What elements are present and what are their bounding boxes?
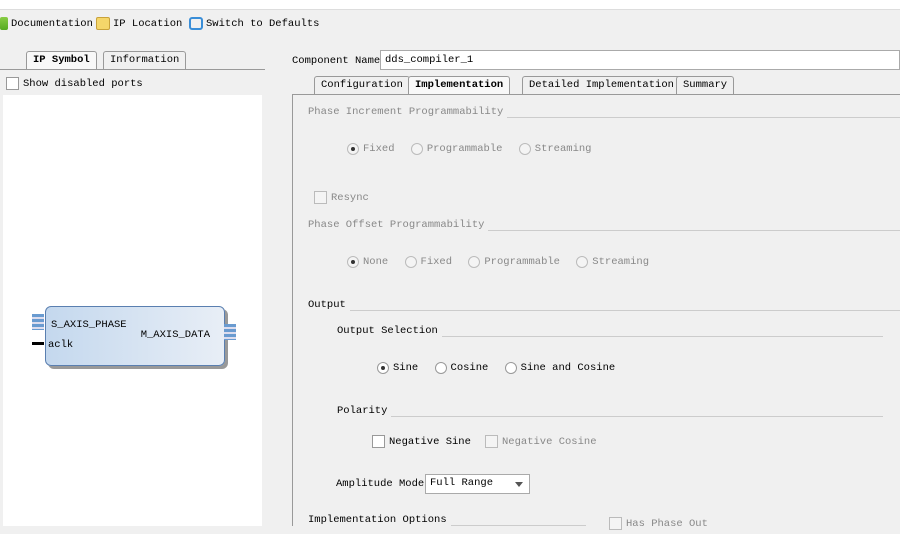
implementation-options-section: Implementation Options: [308, 514, 586, 526]
bus-port-icon: [32, 314, 44, 330]
radio-streaming[interactable]: Streaming: [518, 143, 591, 155]
radio-programmable[interactable]: Programmable: [410, 143, 502, 155]
radio-sine[interactable]: Sine: [377, 362, 418, 374]
amplitude-mode-select[interactable]: Full Range: [425, 474, 530, 494]
component-name-label: Component Name: [292, 55, 381, 67]
port-aclk[interactable]: aclk: [48, 339, 73, 351]
radio-programmable[interactable]: Programmable: [468, 256, 560, 268]
show-disabled-ports-checkbox[interactable]: Show disabled ports: [6, 77, 143, 90]
radio-streaming[interactable]: Streaming: [576, 256, 649, 268]
phase-increment-options: Fixed Programmable Streaming: [347, 143, 601, 159]
port-m-axis-data[interactable]: M_AXIS_DATA: [141, 329, 210, 341]
bus-port-icon: [224, 324, 236, 340]
implementation-panel: Phase Increment Programmability Fixed Pr…: [292, 94, 900, 530]
radio-fixed[interactable]: Fixed: [347, 143, 395, 155]
output-selection-section: Output Selection: [337, 325, 883, 337]
radio-cosine[interactable]: Cosine: [434, 362, 488, 374]
refresh-icon: [189, 17, 203, 30]
ip-location-button[interactable]: IP Location: [96, 17, 182, 30]
documentation-button[interactable]: Documentation: [0, 17, 93, 30]
output-section: Output: [308, 299, 900, 311]
tab-summary[interactable]: Summary: [676, 76, 735, 94]
negative-sine-checkbox[interactable]: Negative Sine: [372, 435, 481, 452]
folder-icon: [96, 17, 110, 30]
phase-increment-section: Phase Increment Programmability: [308, 106, 900, 118]
ip-block[interactable]: S_AXIS_PHASE aclk M_AXIS_DATA: [45, 306, 225, 366]
divider: [0, 69, 265, 70]
title-strip: [0, 0, 900, 10]
tab-configuration[interactable]: Configuration: [314, 76, 410, 94]
output-selection-options: Sine Cosine Sine and Cosine: [377, 362, 625, 378]
chevron-down-icon: [515, 482, 523, 487]
phase-offset-options: None Fixed Programmable Streaming: [347, 256, 659, 272]
amplitude-mode-label: Amplitude Mode: [336, 478, 425, 490]
tab-ip-symbol[interactable]: IP Symbol: [26, 51, 97, 69]
negative-cosine-checkbox[interactable]: Negative Cosine: [485, 435, 607, 452]
tab-detailed-implementation[interactable]: Detailed Implementation: [522, 76, 681, 94]
checkbox: [6, 77, 19, 90]
tab-implementation[interactable]: Implementation: [408, 76, 511, 94]
component-name-input[interactable]: [380, 50, 900, 70]
wire-icon: [32, 342, 44, 345]
radio-sine-and-cosine[interactable]: Sine and Cosine: [504, 362, 615, 374]
book-icon: [0, 17, 8, 30]
tab-information[interactable]: Information: [103, 51, 187, 69]
resync-checkbox[interactable]: Resync: [314, 191, 379, 208]
ip-symbol-canvas: S_AXIS_PHASE aclk M_AXIS_DATA: [3, 95, 262, 526]
switch-defaults-button[interactable]: Switch to Defaults: [189, 17, 319, 30]
phase-offset-section: Phase Offset Programmability: [308, 219, 900, 231]
polarity-section: Polarity: [337, 405, 883, 417]
radio-fixed[interactable]: Fixed: [404, 256, 452, 268]
port-s-axis-phase[interactable]: S_AXIS_PHASE: [51, 319, 127, 331]
radio-none[interactable]: None: [347, 256, 388, 268]
